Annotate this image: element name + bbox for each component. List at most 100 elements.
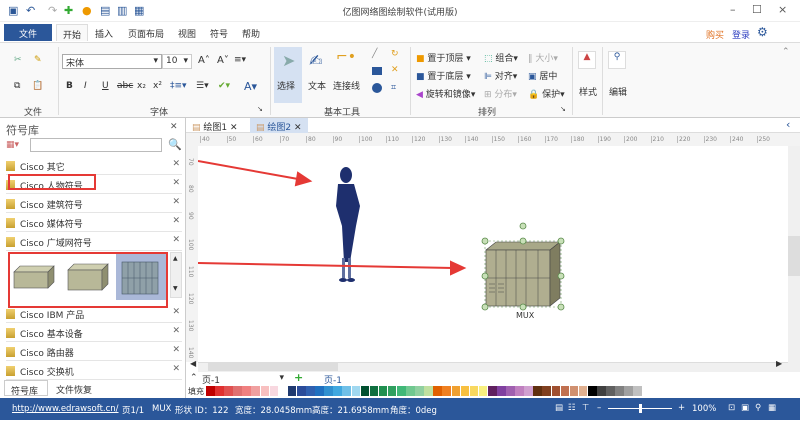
buy-link[interactable]: 购买 xyxy=(706,28,724,41)
color-swatch[interactable] xyxy=(333,386,342,396)
send-to-back-button[interactable]: ■ 置于底层 ▾ xyxy=(416,69,471,82)
horizontal-scrollbar[interactable] xyxy=(198,362,788,372)
close-button[interactable]: × xyxy=(778,3,787,16)
grid-icon[interactable]: ▦ xyxy=(768,403,776,413)
color-swatch[interactable] xyxy=(578,386,588,396)
zoom-tool-icon[interactable]: ⚲ xyxy=(755,403,761,413)
drawing-canvas[interactable]: MUX xyxy=(198,146,800,362)
color-swatch[interactable] xyxy=(624,386,633,396)
color-swatch[interactable] xyxy=(351,386,361,396)
style-icon[interactable]: ▲ xyxy=(578,51,596,69)
font-color-icon[interactable]: A▾ xyxy=(244,80,257,93)
close-icon[interactable]: ✕ xyxy=(172,326,180,336)
close-tab-icon[interactable]: ✕ xyxy=(294,123,302,133)
color-swatch[interactable] xyxy=(569,386,579,396)
tab-symbol[interactable]: 符号 xyxy=(204,24,234,41)
color-swatch[interactable] xyxy=(396,386,406,396)
color-swatch[interactable] xyxy=(215,386,224,396)
doc-tab-1[interactable]: ▤ 绘图1 ✕ xyxy=(192,120,238,133)
zoom-out-button[interactable]: – xyxy=(597,403,601,413)
outline-view-icon[interactable]: ⊤ xyxy=(582,403,589,413)
rotate-flip-button[interactable]: ◀ 旋转和镜像▾ xyxy=(416,87,475,100)
color-swatch[interactable] xyxy=(378,386,388,396)
distribute-button[interactable]: ⊞ 分布▾ xyxy=(484,87,517,100)
close-icon[interactable]: ✕ xyxy=(172,345,180,355)
paste-icon[interactable]: 📋 xyxy=(32,81,43,91)
align-icon[interactable]: ≡▾ xyxy=(234,55,246,65)
superscript-button[interactable]: x² xyxy=(153,81,162,91)
subscript-button[interactable]: x₂ xyxy=(137,81,146,91)
color-swatch[interactable] xyxy=(560,386,570,396)
maximize-button[interactable]: ☐ xyxy=(752,3,762,16)
font-name-select[interactable]: 宋体 ▾ xyxy=(62,54,162,69)
tab-symbol-library[interactable]: 符号库 xyxy=(4,380,48,397)
color-swatch[interactable] xyxy=(451,386,461,396)
color-swatch[interactable] xyxy=(551,386,561,396)
color-swatch[interactable] xyxy=(269,386,279,396)
close-icon[interactable]: ✕ xyxy=(172,235,180,245)
close-library-icon[interactable]: ✕ xyxy=(170,122,178,132)
color-swatch[interactable] xyxy=(606,386,615,396)
line-spacing-icon[interactable]: ‡≡▾ xyxy=(170,81,187,91)
connector-tool-icon[interactable]: ⌐• xyxy=(336,49,356,65)
close-icon[interactable]: ✕ xyxy=(172,178,180,188)
protect-button[interactable]: 🔒 保护▾ xyxy=(528,87,565,100)
close-icon[interactable]: ✕ xyxy=(172,216,180,226)
color-swatch[interactable] xyxy=(360,386,370,396)
color-swatch[interactable] xyxy=(524,386,533,396)
color-swatch[interactable] xyxy=(296,386,306,396)
woman-figure[interactable] xyxy=(336,167,360,282)
fit-page-icon[interactable]: ⊡ xyxy=(728,403,735,413)
collapse-panel-icon[interactable]: ‹ xyxy=(786,118,790,131)
bullets-icon[interactable]: ☰▾ xyxy=(196,81,209,91)
library-item[interactable]: Cisco 媒体符号 ✕ xyxy=(6,213,182,232)
library-item[interactable]: Cisco 路由器 ✕ xyxy=(6,342,182,361)
edit-button[interactable]: 编辑 xyxy=(609,85,627,98)
tab-home[interactable]: 开始 xyxy=(56,24,89,41)
color-swatch[interactable] xyxy=(224,386,233,396)
align-button[interactable]: ⊫ 对齐▾ xyxy=(484,69,517,82)
arc-icon[interactable]: ↻ xyxy=(391,49,399,59)
color-swatch[interactable] xyxy=(542,386,552,396)
color-swatch[interactable] xyxy=(633,386,642,396)
tab-file-recovery[interactable]: 文件恢复 xyxy=(52,380,96,399)
close-icon[interactable]: ✕ xyxy=(172,197,180,207)
font-size-select[interactable]: 10 ▾ xyxy=(162,54,192,69)
connector-tool-button[interactable]: 连接线 xyxy=(333,79,360,92)
style-button[interactable]: 样式 xyxy=(579,85,597,98)
select-tool-button[interactable]: ➤ 选择 xyxy=(274,47,302,103)
color-swatch[interactable] xyxy=(387,386,397,396)
vertical-scrollbar[interactable] xyxy=(788,146,800,372)
doc-tab-2[interactable]: ▤ 绘图2 ✕ xyxy=(250,118,308,133)
ellipse-icon[interactable] xyxy=(372,83,382,93)
color-swatch[interactable] xyxy=(406,386,415,396)
color-swatch[interactable] xyxy=(306,386,315,396)
close-icon[interactable]: ✕ xyxy=(172,364,180,374)
bring-to-front-button[interactable]: ■ 置于顶层 ▾ xyxy=(416,51,471,64)
zoom-in-button[interactable]: + xyxy=(678,403,685,413)
strikethrough-button[interactable]: abc xyxy=(117,81,133,91)
cut-icon[interactable]: ✂ xyxy=(14,55,22,65)
fit-width-icon[interactable]: ▣ xyxy=(741,403,749,413)
color-swatch[interactable] xyxy=(533,386,542,396)
library-search-input[interactable] xyxy=(30,138,162,152)
underline-button[interactable]: U xyxy=(102,81,109,91)
point-icon[interactable]: ⌗ xyxy=(391,83,396,93)
close-icon[interactable]: ✕ xyxy=(172,159,180,169)
italic-button[interactable]: I xyxy=(84,81,87,91)
add-page-icon[interactable]: + xyxy=(294,371,303,384)
color-swatch[interactable] xyxy=(251,386,261,396)
color-swatch[interactable] xyxy=(369,386,379,396)
color-swatch[interactable] xyxy=(242,386,251,396)
tab-help[interactable]: 帮助 xyxy=(236,24,266,41)
scroll-right-icon[interactable]: ▶ xyxy=(776,359,782,368)
minimize-button[interactable]: – xyxy=(730,3,736,16)
line-icon[interactable]: ╱ xyxy=(372,49,377,59)
text-tool-icon[interactable]: ✍ xyxy=(309,51,322,70)
library-item[interactable]: Cisco 建筑符号 ✕ xyxy=(6,194,182,213)
rectangle-icon[interactable] xyxy=(372,67,382,75)
library-menu-icon[interactable]: ▦▾ xyxy=(6,140,19,150)
cross-icon[interactable]: ✕ xyxy=(391,65,399,75)
color-swatch[interactable] xyxy=(415,386,424,396)
library-item[interactable]: Cisco 交换机 ✕ xyxy=(6,361,182,380)
